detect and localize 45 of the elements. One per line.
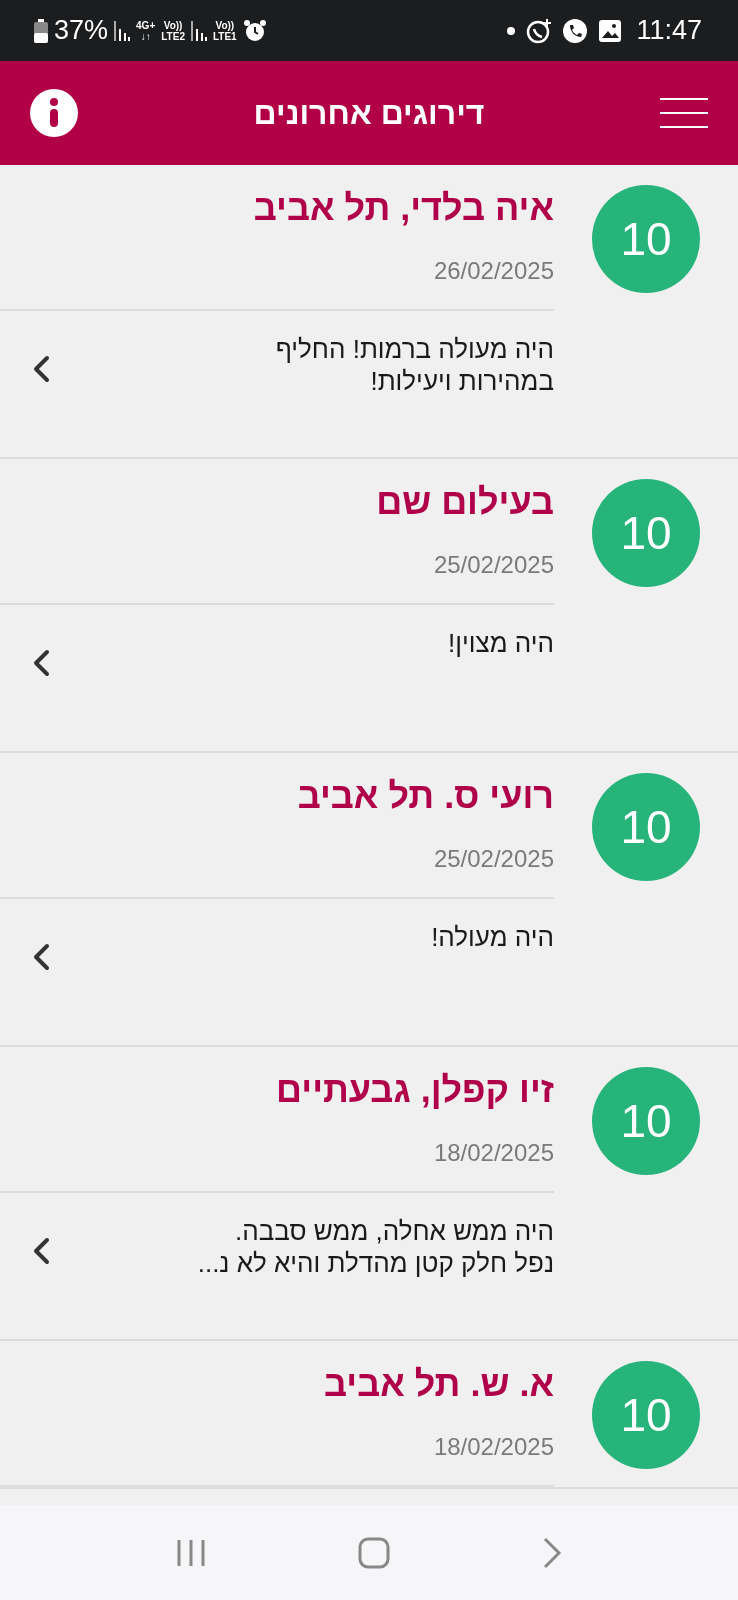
- chevron-left-icon[interactable]: [32, 1237, 50, 1265]
- phone-icon: [562, 17, 589, 44]
- signal-icon: [190, 20, 207, 41]
- network-label: LTE2: [161, 30, 185, 42]
- home-icon[interactable]: [358, 1536, 390, 1569]
- score-badge: 10: [592, 185, 700, 293]
- reviewer-name: זיו קפלן, גבעתיים: [276, 1069, 554, 1111]
- reviewer-name: רועי ס. תל אביב: [297, 775, 554, 817]
- alarm-icon: [242, 18, 267, 43]
- screen-title: דירוגים אחרונים: [253, 94, 485, 132]
- signal-icon: [114, 20, 131, 41]
- network-label: LTE1: [212, 30, 237, 42]
- review-date: 25/02/2025: [433, 845, 554, 873]
- chevron-left-icon[interactable]: [32, 649, 50, 677]
- battery-percent: 37%: [54, 15, 109, 46]
- review-date: 18/02/2025: [433, 1139, 554, 1167]
- image-icon: [598, 18, 623, 43]
- recent-apps-icon[interactable]: [176, 1537, 206, 1568]
- network-label: ↓↑: [140, 30, 151, 42]
- review-date: 18/02/2025: [433, 1433, 554, 1461]
- network-label: Vo)): [215, 19, 235, 31]
- menu-icon[interactable]: [660, 98, 708, 128]
- review-date: 26/02/2025: [433, 257, 554, 285]
- review-comment: היה מעולה!: [431, 921, 554, 953]
- clock-time: 11:47: [636, 15, 702, 46]
- back-icon[interactable]: [542, 1536, 562, 1569]
- reviewer-name: א. ש. תל אביב: [323, 1363, 554, 1405]
- review-comment: היה מעולה ברמות! החליף במהירות ויעילות!: [275, 333, 554, 397]
- score-badge: 10: [592, 773, 700, 881]
- chevron-left-icon[interactable]: [32, 943, 50, 971]
- network-label: Vo)): [163, 19, 183, 31]
- review-date: 25/02/2025: [433, 551, 554, 579]
- score-badge: 10: [592, 1067, 700, 1175]
- score-badge: 10: [592, 479, 700, 587]
- score-badge: 10: [592, 1361, 700, 1469]
- dot-icon: [506, 25, 517, 36]
- chat-icon: [526, 17, 553, 44]
- reviewer-name: בעילום שם: [376, 481, 554, 523]
- network-label: 4G+: [136, 19, 156, 31]
- info-icon[interactable]: [30, 89, 78, 137]
- review-comment: היה מצוין!: [448, 627, 554, 659]
- reviewer-name: איה בלדי, תל אביב: [253, 187, 554, 229]
- battery-icon: [34, 18, 48, 43]
- chevron-left-icon[interactable]: [32, 355, 50, 383]
- review-comment: היה ממש אחלה, ממש סבבה. נפל חלק קטן מהדלת והיא לא נ...: [197, 1215, 554, 1279]
